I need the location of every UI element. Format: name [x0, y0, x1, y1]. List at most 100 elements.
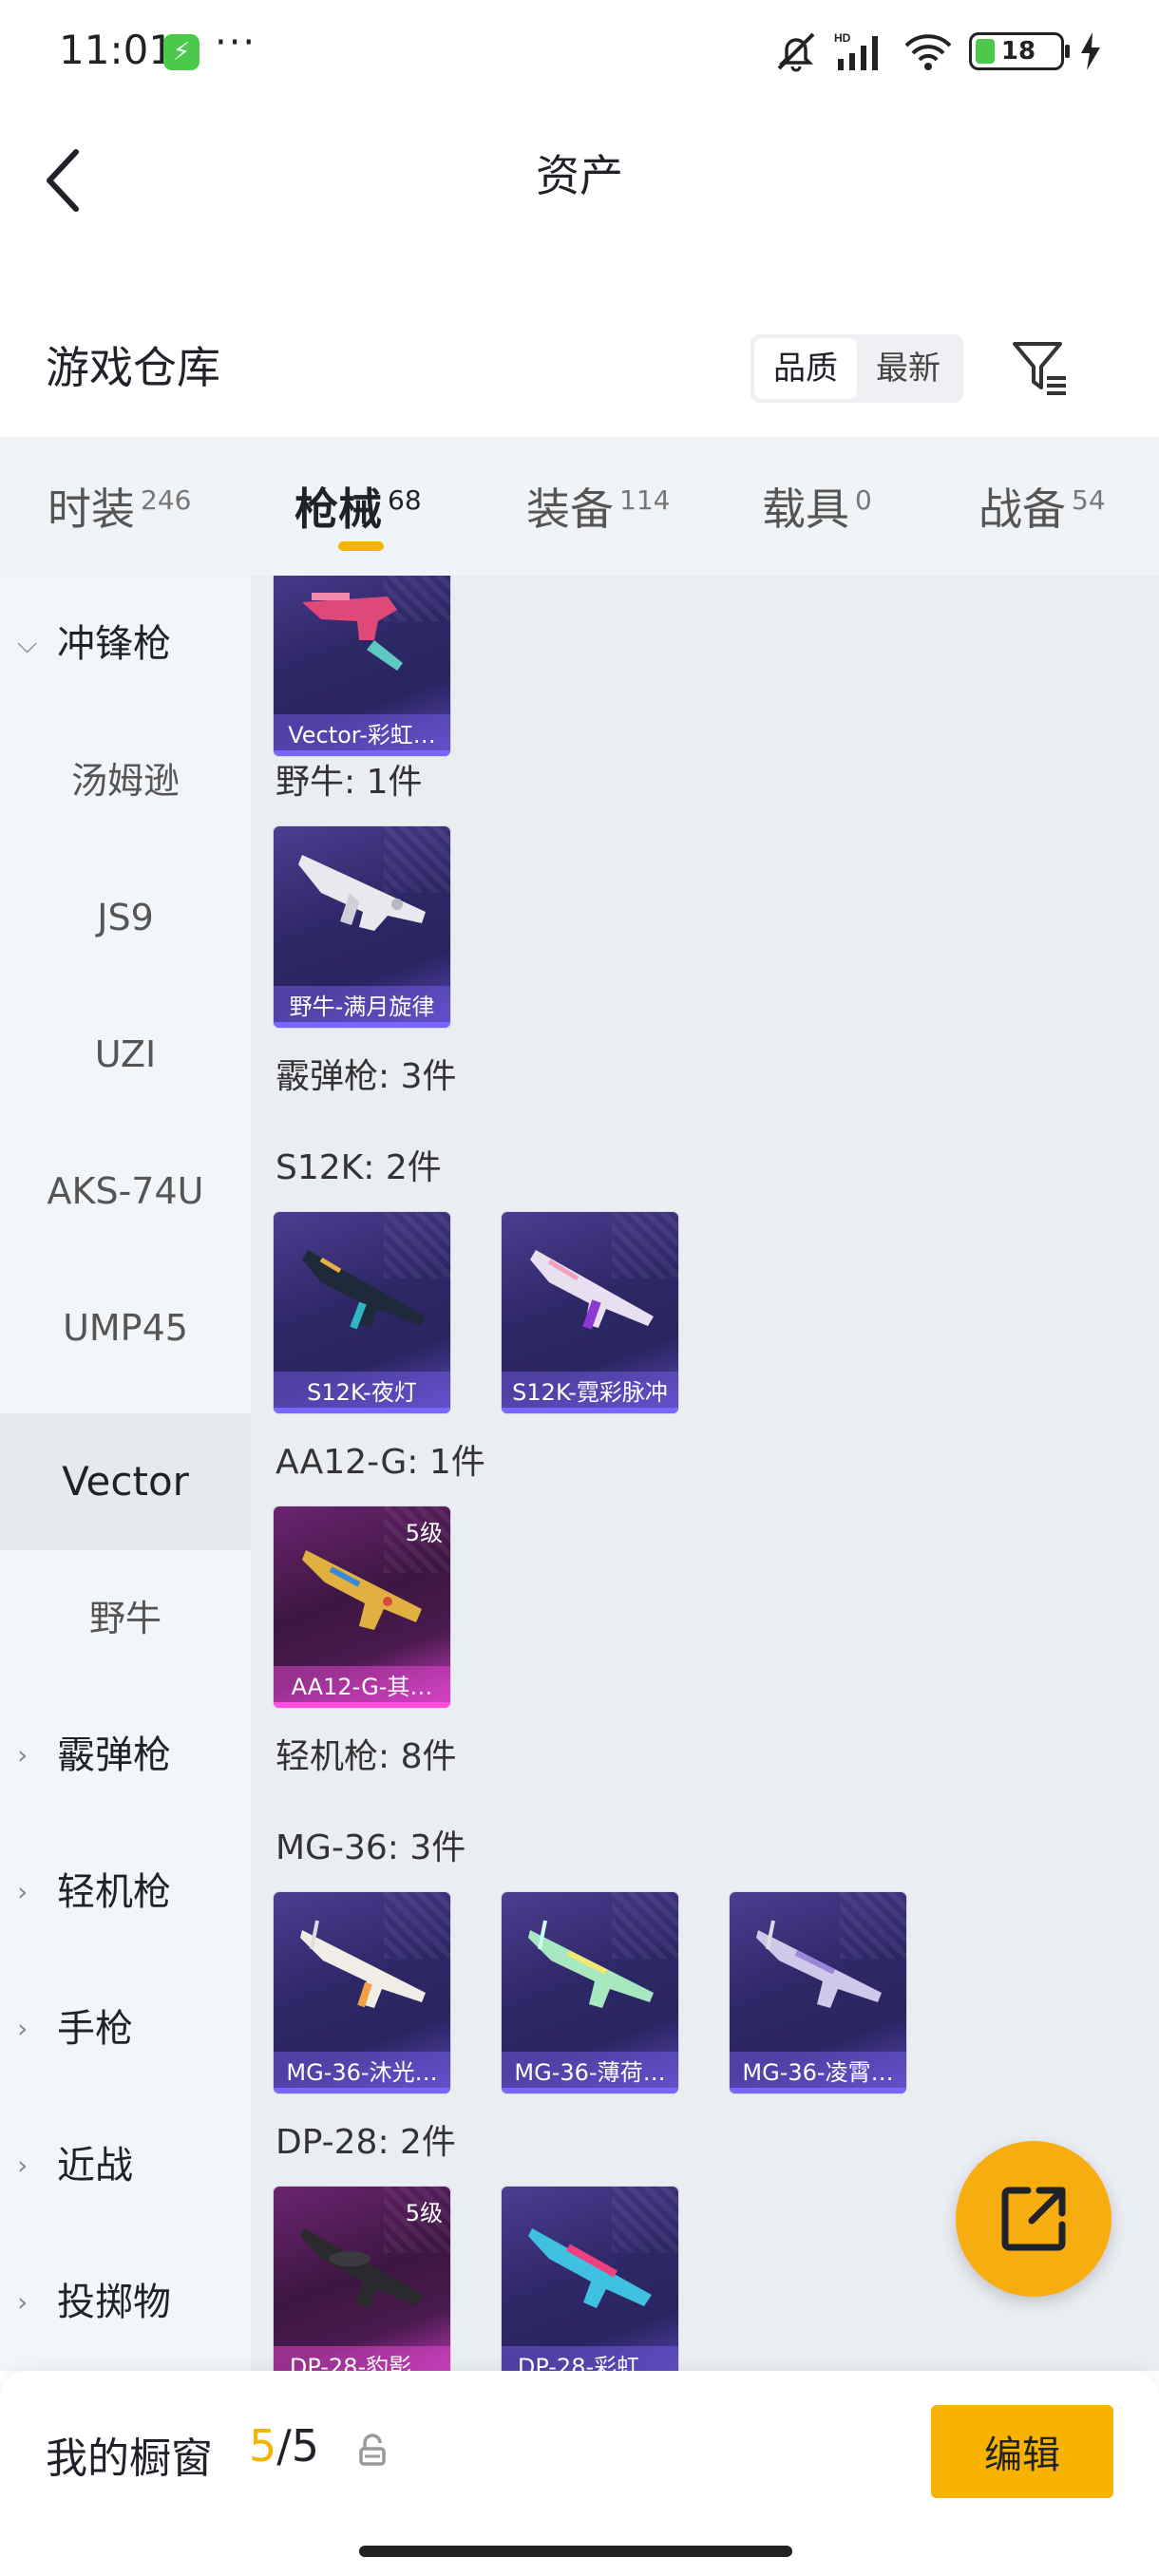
dp28-skin-icon	[300, 2228, 424, 2308]
showcase-bar: 我的橱窗 5/5 编辑	[0, 2371, 1159, 2576]
battery-level: 18	[1000, 37, 1036, 66]
tab-weapons[interactable]: 枪械 68	[294, 475, 422, 538]
charging-bolt-icon	[1081, 32, 1100, 70]
filter-icon	[1013, 342, 1066, 395]
weapon-card[interactable]: 野牛-满月旋律	[274, 826, 450, 1028]
sidebar-category-pistol[interactable]: › 手枪	[0, 1960, 251, 2097]
weapon-card[interactable]: MG-36-凌霄…	[730, 1892, 906, 2093]
tab-label: 装备	[526, 483, 614, 535]
tab-count: 68	[388, 483, 422, 516]
weapon-card[interactable]: 5级 AA12-G-其…	[274, 1506, 450, 1708]
sidebar-item-aks74u[interactable]: AKS-74U	[0, 1123, 251, 1260]
page-title: 资产	[536, 150, 623, 201]
active-tab-indicator	[338, 541, 384, 551]
svg-text:HD: HD	[834, 31, 851, 45]
signal-icon: HD	[834, 31, 878, 70]
weapon-type-sidebar: ⌵ 冲锋枪 汤姆逊 JS9 UZI AKS-74U UMP45 Vector 野牛…	[0, 576, 251, 2371]
battery-icon: 18	[969, 32, 1070, 70]
weapon-card[interactable]: MG-36-薄荷…	[502, 1892, 678, 2093]
tab-fashion[interactable]: 时装 246	[48, 475, 191, 538]
chevron-down-icon: ⌵	[17, 628, 38, 659]
group-label-bizon: 野牛: 1件	[276, 763, 423, 802]
tab-label: 时装	[48, 483, 135, 535]
dp28-skin-icon	[528, 2228, 652, 2308]
weapon-card[interactable]: Vector-彩虹…	[274, 576, 450, 756]
sidebar-item-vector[interactable]: Vector	[0, 1413, 251, 1550]
tab-vehicles[interactable]: 载具 0	[762, 475, 872, 538]
vector-skin-icon	[302, 593, 403, 671]
sidebar-category-smg[interactable]: ⌵ 冲锋枪	[0, 576, 251, 712]
weapon-card[interactable]: 5级 DP-28-豹影…	[274, 2187, 450, 2371]
weapon-card-name: DP-28-豹影…	[274, 2346, 450, 2371]
tab-equipment[interactable]: 装备 114	[526, 475, 670, 538]
chevron-right-icon: ›	[17, 2013, 28, 2044]
sidebar-category-lmg[interactable]: › 轻机枪	[0, 1824, 251, 1960]
showcase-count: 5/5	[249, 2420, 319, 2472]
aa12g-skin-icon	[302, 1550, 422, 1630]
tab-label: 战备	[978, 483, 1066, 535]
showcase-count-current: 5	[249, 2420, 277, 2472]
group-label-s12k: S12K: 2件	[276, 1148, 442, 1187]
sidebar-item-ump45[interactable]: UMP45	[0, 1260, 251, 1396]
sidebar-category-shotgun[interactable]: › 霰弹枪	[0, 1687, 251, 1824]
edit-button[interactable]: 编辑	[931, 2405, 1113, 2498]
group-label-mg36: MG-36: 3件	[276, 1828, 466, 1867]
sidebar-category-label: 近战	[57, 2144, 133, 2188]
share-button[interactable]	[956, 2141, 1112, 2297]
mg36-skin-icon	[528, 1920, 654, 2008]
lock-icon	[359, 2434, 386, 2466]
mute-icon	[777, 32, 815, 72]
sort-newest-option[interactable]: 最新	[857, 338, 960, 399]
group-label-shotgun: 霰弹枪: 3件	[276, 1057, 457, 1096]
charging-app-icon: ⚡	[163, 34, 200, 70]
tab-label: 载具	[762, 483, 849, 535]
group-label-dp28: DP-28: 2件	[276, 2123, 456, 2162]
sidebar-item-thompson[interactable]: 汤姆逊	[0, 712, 251, 849]
showcase-title: 我的橱窗	[46, 2434, 213, 2483]
filter-button[interactable]	[1007, 334, 1074, 401]
sidebar-item-uzi[interactable]: UZI	[0, 986, 251, 1123]
category-tabs: 时装 246 枪械 68 装备 114 载具 0 战备 54	[0, 437, 1159, 576]
sidebar-category-label: 投掷物	[57, 2281, 171, 2324]
s12k-skin-icon	[302, 1250, 426, 1330]
sidebar-category-label: 轻机枪	[57, 1870, 171, 1914]
weapon-card[interactable]: MG-36-沐光…	[274, 1892, 450, 2093]
home-indicator[interactable]	[359, 2546, 792, 2557]
bizon-skin-icon	[298, 855, 426, 931]
showcase-count-total: /5	[276, 2420, 320, 2472]
weapon-card-name: DP-28-彩虹…	[502, 2346, 678, 2371]
group-label-aa12g: AA12-G: 1件	[276, 1443, 485, 1482]
chevron-right-icon: ›	[17, 2150, 28, 2181]
status-time: 11:01	[59, 27, 175, 73]
sort-quality-option[interactable]: 品质	[754, 338, 857, 399]
tab-count: 0	[855, 483, 872, 516]
sort-toggle: 品质 最新	[750, 334, 963, 403]
sidebar-item-bizon[interactable]: 野牛	[0, 1550, 251, 1687]
sidebar-item-js9[interactable]: JS9	[0, 849, 251, 986]
page: { "status_bar": {"time": "11:01", "app_i…	[0, 0, 1159, 2576]
chevron-right-icon: ›	[17, 2286, 28, 2318]
weapon-card[interactable]: S12K-夜灯	[274, 1212, 450, 1413]
status-right-icons: HD 18	[773, 30, 1102, 72]
weapon-card[interactable]: DP-28-彩虹…	[502, 2187, 678, 2371]
tab-gear[interactable]: 战备 54	[978, 475, 1106, 538]
sidebar-category-label: 霰弹枪	[57, 1733, 171, 1777]
sidebar-category-melee[interactable]: › 近战	[0, 2097, 251, 2234]
tab-count: 54	[1072, 483, 1106, 516]
tab-label: 枪械	[294, 483, 382, 535]
status-bar: 11:01 ⚡ ··· HD 18	[0, 0, 1159, 104]
share-export-icon	[1001, 2187, 1066, 2251]
weapon-list: Vector-彩虹… 野牛: 1件 野牛-满月旋律 霰弹枪: 3件 S12K: …	[251, 576, 1159, 2371]
sidebar-category-throwables[interactable]: › 投掷物	[0, 2234, 251, 2371]
group-label-lmg: 轻机枪: 8件	[276, 1737, 457, 1776]
chevron-right-icon: ›	[17, 1876, 28, 1907]
sidebar-category-label: 手枪	[57, 2007, 133, 2051]
weapon-card[interactable]: S12K-霓彩脉冲	[502, 1212, 678, 1413]
status-more-icon: ···	[215, 21, 257, 65]
chevron-right-icon: ›	[17, 1739, 28, 1771]
mg36-skin-icon	[300, 1920, 426, 2008]
warehouse-title: 游戏仓库	[46, 342, 220, 393]
sidebar-category-label: 冲锋枪	[57, 622, 171, 666]
tab-count: 246	[141, 483, 192, 516]
wifi-icon	[904, 34, 952, 70]
